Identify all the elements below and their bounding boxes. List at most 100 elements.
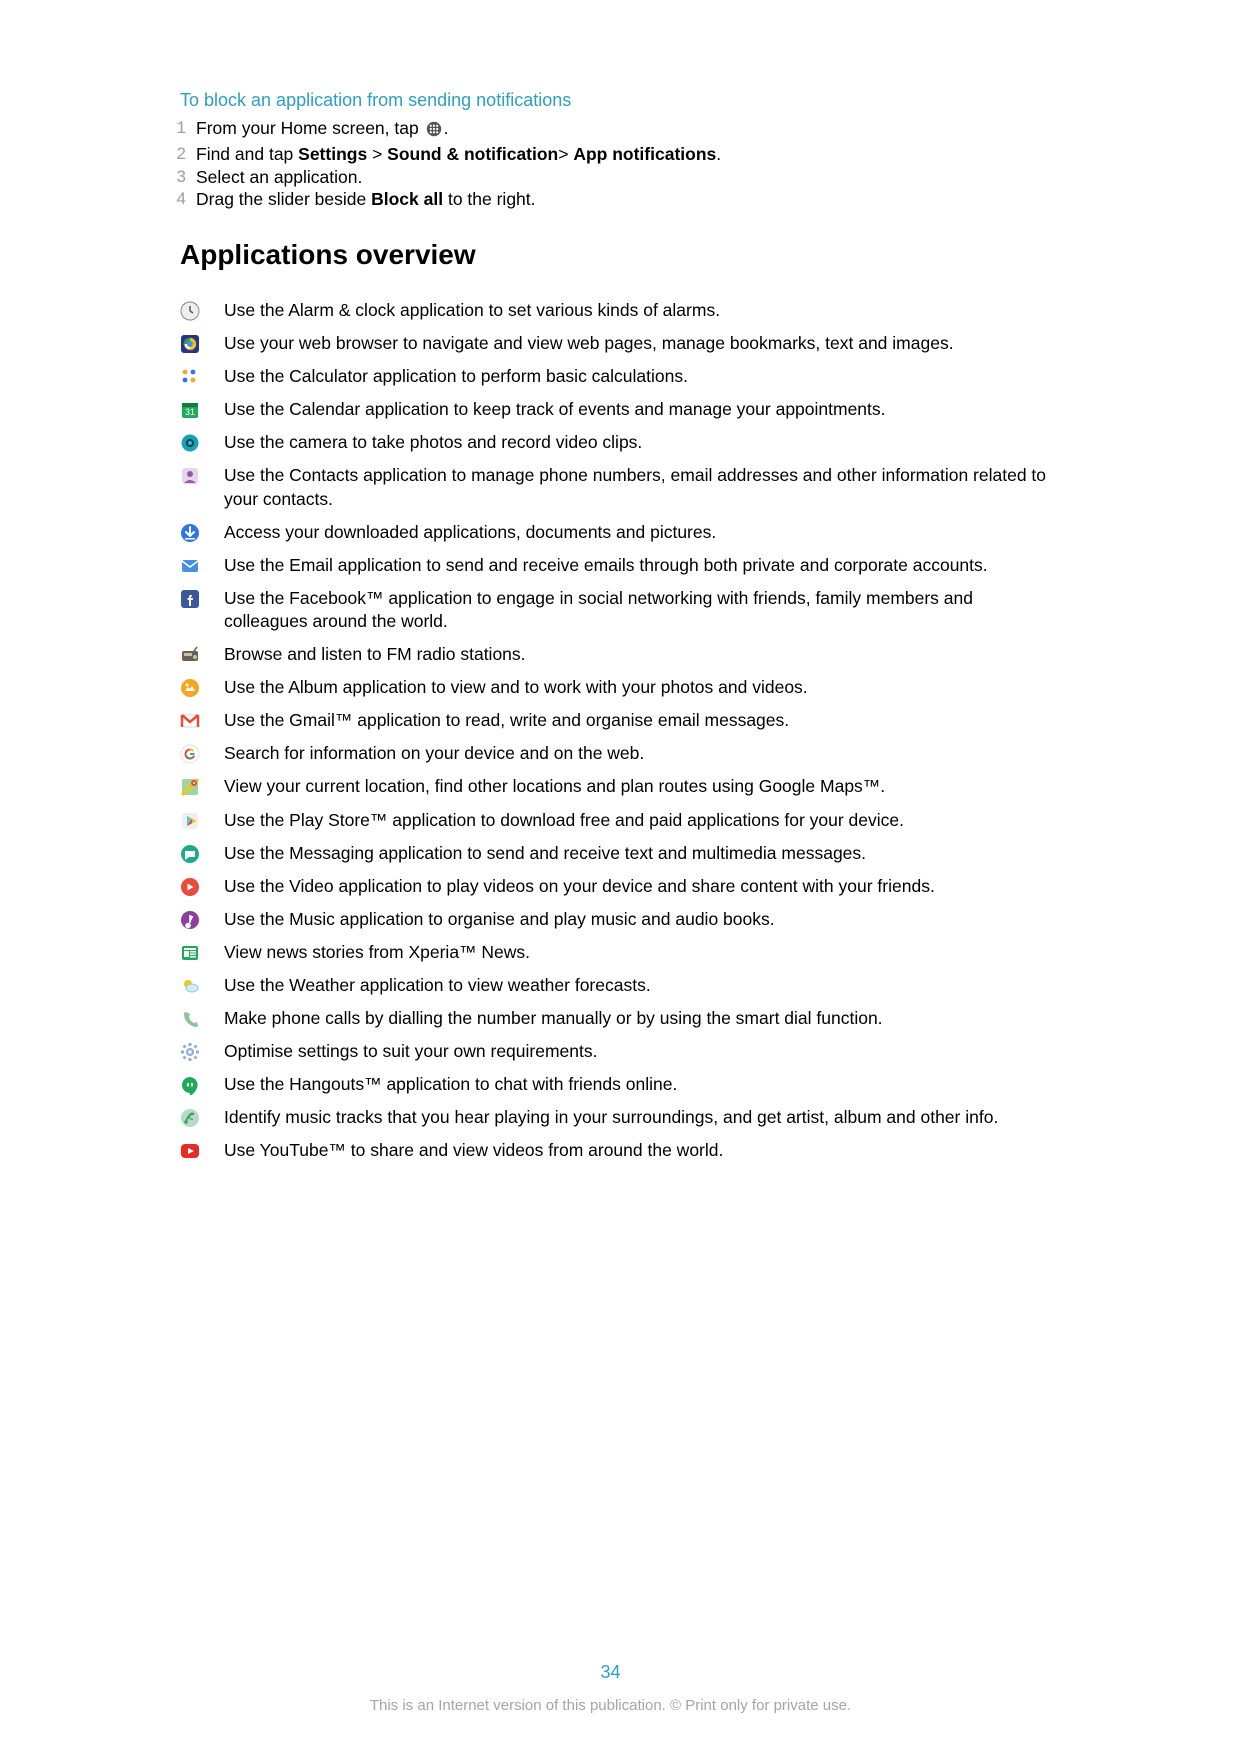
step-text: From your Home screen, tap . (196, 117, 1061, 143)
app-description: Browse and listen to FM radio stations. (224, 643, 1061, 666)
app-row: Use the Messaging application to send an… (180, 842, 1061, 865)
app-row: Use your web browser to navigate and vie… (180, 332, 1061, 355)
step-bold: App notifications (573, 144, 716, 164)
applications-overview-heading: Applications overview (180, 239, 1061, 271)
step-row: 1 From your Home screen, tap . (160, 117, 1061, 143)
app-row: Use the Weather application to view weat… (180, 974, 1061, 997)
app-description: Search for information on your device an… (224, 742, 1061, 765)
hangouts-icon (180, 1073, 224, 1096)
app-row: Browse and listen to FM radio stations. (180, 643, 1061, 666)
step-row: 4 Drag the slider beside Block all to th… (160, 188, 1061, 211)
app-description: Use the Play Store™ application to downl… (224, 809, 1061, 832)
browser-icon (180, 332, 224, 355)
step-bold: Sound & notification (387, 144, 558, 164)
app-description: View your current location, find other l… (224, 775, 1061, 798)
downloads-icon (180, 521, 224, 544)
step-text-pre: Drag the slider beside (196, 189, 371, 209)
app-row: Use the camera to take photos and record… (180, 431, 1061, 454)
app-row: Use the Facebook™ application to engage … (180, 587, 1061, 633)
maps-icon (180, 775, 224, 798)
app-description: Make phone calls by dialling the number … (224, 1007, 1061, 1030)
app-row: Use the Email application to send and re… (180, 554, 1061, 577)
step-row: 3 Select an application. (160, 166, 1061, 189)
step-sep: > (367, 144, 387, 164)
app-description: Use the Alarm & clock application to set… (224, 299, 1061, 322)
step-number: 3 (160, 166, 196, 189)
app-row: Use the Album application to view and to… (180, 676, 1061, 699)
app-description: Use the Gmail™ application to read, writ… (224, 709, 1061, 732)
applications-list: Use the Alarm & clock application to set… (180, 289, 1061, 1173)
app-description: Use the Contacts application to manage p… (224, 464, 1061, 510)
step-text: Drag the slider beside Block all to the … (196, 188, 1061, 211)
page-number: 34 (160, 1632, 1061, 1683)
app-row: View your current location, find other l… (180, 775, 1061, 798)
step-number: 1 (160, 117, 196, 143)
apps-grid-icon (426, 120, 442, 143)
app-row: Use the Calculator application to perfor… (180, 365, 1061, 388)
app-description: Access your downloaded applications, doc… (224, 521, 1061, 544)
step-sep: > (558, 144, 573, 164)
gmail-icon (180, 709, 224, 732)
album-icon (180, 676, 224, 699)
track-id-icon (180, 1106, 224, 1129)
facebook-icon (180, 587, 224, 633)
app-description: Use the Album application to view and to… (224, 676, 1061, 699)
step-row: 2 Find and tap Settings > Sound & notifi… (160, 143, 1061, 166)
step-bold: Settings (298, 144, 367, 164)
app-description: Use the Calendar application to keep tra… (224, 398, 1061, 421)
messaging-icon (180, 842, 224, 865)
music-icon (180, 908, 224, 931)
step-text-post: to the right. (443, 189, 535, 209)
news-icon (180, 941, 224, 964)
app-description: Use the Messaging application to send an… (224, 842, 1061, 865)
app-description: Use the Hangouts™ application to chat wi… (224, 1073, 1061, 1096)
app-row: Use the Play Store™ application to downl… (180, 809, 1061, 832)
step-text: Find and tap Settings > Sound & notifica… (196, 143, 1061, 166)
app-row: Identify music tracks that you hear play… (180, 1106, 1061, 1129)
app-row: Search for information on your device an… (180, 742, 1061, 765)
app-description: Use YouTube™ to share and view videos fr… (224, 1139, 1061, 1162)
weather-icon (180, 974, 224, 997)
play-store-icon (180, 809, 224, 832)
alarm-clock-icon (180, 299, 224, 322)
fm-radio-icon (180, 643, 224, 666)
step-number: 2 (160, 143, 196, 166)
app-description: Use the Video application to play videos… (224, 875, 1061, 898)
app-row: Optimise settings to suit your own requi… (180, 1040, 1061, 1063)
app-row: Use the Gmail™ application to read, writ… (180, 709, 1061, 732)
app-description: Use the camera to take photos and record… (224, 431, 1061, 454)
app-description: Use the Facebook™ application to engage … (224, 587, 1061, 633)
step-text-pre: Find and tap (196, 144, 298, 164)
step-bold: Block all (371, 189, 443, 209)
app-row: Access your downloaded applications, doc… (180, 521, 1061, 544)
settings-icon (180, 1040, 224, 1063)
google-icon (180, 742, 224, 765)
app-description: Optimise settings to suit your own requi… (224, 1040, 1061, 1063)
step-text: Select an application. (196, 166, 1061, 189)
app-row: Use the Music application to organise an… (180, 908, 1061, 931)
step-text-post: . (444, 118, 449, 138)
step-number: 4 (160, 188, 196, 211)
youtube-icon (180, 1139, 224, 1162)
app-description: View news stories from Xperia™ News. (224, 941, 1061, 964)
app-row: Use the Calendar application to keep tra… (180, 398, 1061, 421)
step-text-post: . (716, 144, 721, 164)
step-text-pre: From your Home screen, tap (196, 118, 424, 138)
calculator-icon (180, 365, 224, 388)
app-row: Use the Alarm & clock application to set… (180, 299, 1061, 322)
app-row: Make phone calls by dialling the number … (180, 1007, 1061, 1030)
page: To block an application from sending not… (0, 0, 1241, 1754)
app-description: Use the Email application to send and re… (224, 554, 1061, 577)
steps-list: 1 From your Home screen, tap . 2 Find an… (160, 117, 1061, 211)
app-row: View news stories from Xperia™ News. (180, 941, 1061, 964)
section-heading-link[interactable]: To block an application from sending not… (180, 90, 1061, 111)
phone-icon (180, 1007, 224, 1030)
footer-text: This is an Internet version of this publ… (160, 1683, 1061, 1714)
app-description: Use the Weather application to view weat… (224, 974, 1061, 997)
email-icon (180, 554, 224, 577)
video-icon (180, 875, 224, 898)
camera-icon (180, 431, 224, 454)
app-row: Use the Hangouts™ application to chat wi… (180, 1073, 1061, 1096)
contacts-icon (180, 464, 224, 510)
app-description: Use the Calculator application to perfor… (224, 365, 1061, 388)
